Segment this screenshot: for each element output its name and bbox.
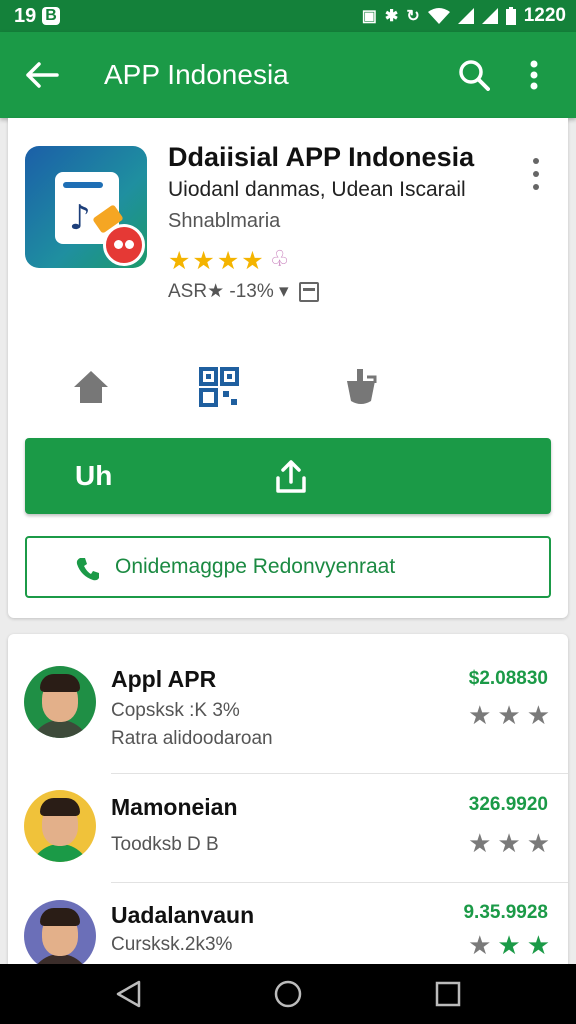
app-meta: ASR★ -13% ▾ [168,280,319,303]
circle-home-icon [274,980,302,1008]
item-subtitle: Copsksk :K 3% [111,700,240,721]
phone-icon [76,558,99,581]
divider [111,882,568,883]
app-subtitle: Uiodanl danmas, Udean Iscarail [168,178,466,201]
item-subtitle: Cursksk.2k3% [111,934,233,955]
nav-home-button[interactable] [270,976,306,1012]
meta-text: ASR★ -13% ▾ [168,281,289,302]
search-icon [459,60,490,91]
status-time-left: 19 [14,4,37,27]
square-recents-icon [435,981,461,1007]
item-price: 326.9920 [468,794,548,815]
home-button[interactable] [66,362,116,412]
star-icon: ★ [468,700,492,730]
overflow-menu-button[interactable] [512,53,556,97]
item-name: Appl APR [111,666,217,692]
share-icon [276,460,306,493]
card-overflow-menu[interactable] [524,154,548,194]
nav-back-button[interactable] [110,976,146,1012]
quick-action-row [8,362,568,412]
arrow-back-icon [26,62,59,88]
status-time: 1220 [523,5,566,26]
item-description: Ratra alidoodaroan [111,728,273,749]
list-item[interactable]: Mamoneian Toodksb D B 326.9920 ★ ★ ★ [8,788,568,884]
bookmark-outline-icon: ♧ [269,246,290,271]
app-icon[interactable]: ♪ [25,146,147,268]
star-icon: ★ [168,247,191,275]
nfc-icon: ▣ [361,8,377,25]
avatar-body [30,844,90,862]
home-icon [74,371,108,403]
item-price: $2.08830 [468,668,548,689]
contact-button[interactable]: Onidemaggpe Redonvyenraat [25,536,551,598]
mascot-icon [103,224,145,266]
star-icon: ★ [497,700,521,730]
qr-code-button[interactable] [194,362,244,412]
star-icon: ★ [241,247,264,275]
star-icon: ★ [526,700,550,730]
shield-icon [347,369,377,404]
item-subtitle: Toodksb D B [111,834,219,855]
app-developer[interactable]: Shnablmaria [168,210,280,233]
avatar [24,900,96,972]
item-name: Mamoneian [111,794,238,820]
avatar-hair [40,908,80,926]
contact-label: Onidemaggpe Redonvyenraat [115,555,396,578]
back-button[interactable] [20,53,64,97]
item-price: 9.35.9928 [463,902,548,923]
star-icon: ★ [192,247,215,275]
status-bar: 19 B ▣ ✱ ↻ 1220 [0,0,576,32]
star-icon: ★ [497,828,521,858]
avatar-hair [40,674,80,692]
avatar-body [30,720,90,738]
notification-badge: B [42,7,60,25]
search-button[interactable] [452,53,496,97]
dot [533,171,539,177]
dot [533,158,539,164]
nav-recents-button[interactable] [430,976,466,1012]
star-icon: ★ [526,930,550,960]
item-name: Uadalanvaun [111,902,255,928]
system-nav-bar [0,964,576,1024]
avatar-hair [40,798,80,816]
install-label: Uh [75,460,113,491]
signal-icon [457,8,474,24]
app-bar: APP Indonesia [0,32,576,118]
related-list-card: Appl APR Copsksk :K 3% Ratra alidoodaroa… [8,634,568,974]
calendar-icon [298,281,319,302]
item-rating: ★ ★ ★ [468,700,550,731]
item-rating: ★ ★ ★ [468,828,550,859]
list-item[interactable]: Appl APR Copsksk :K 3% Ratra alidoodaroa… [8,664,568,774]
app-bar-title: APP Indonesia [104,59,289,90]
item-rating: ★ ★ ★ [468,930,550,961]
qr-code-icon [199,367,239,407]
install-button[interactable]: Uh [25,438,551,514]
more-vert-icon [530,60,538,90]
list-item[interactable]: Uadalanvaun Cursksk.2k3% 9.35.9928 ★ ★ ★ [8,898,568,974]
star-icon: ★ [216,247,240,275]
bluetooth-icon: ✱ [384,8,399,25]
triangle-back-icon [116,980,141,1008]
star-icon: ★ [526,828,550,858]
rating-stars: ★ ★ ★ ★ ♧ [168,246,289,276]
dot [533,184,539,190]
star-icon: ★ [468,930,492,960]
sync-icon: ↻ [406,8,420,25]
shield-button[interactable] [336,362,386,412]
battery-icon [505,7,516,25]
star-icon: ★ [497,930,521,960]
music-note-icon: ♪ [69,198,91,238]
divider [111,773,568,774]
star-icon: ★ [468,828,492,858]
avatar [24,790,96,862]
wifi-icon [427,8,450,24]
avatar [24,666,96,738]
app-title: Ddaiisial APP Indonesia [168,142,475,172]
app-detail-card: ♪ Ddaiisial APP Indonesia Uiodanl danmas… [8,118,568,618]
signal-icon-2 [481,8,498,24]
document-bar [63,182,103,188]
